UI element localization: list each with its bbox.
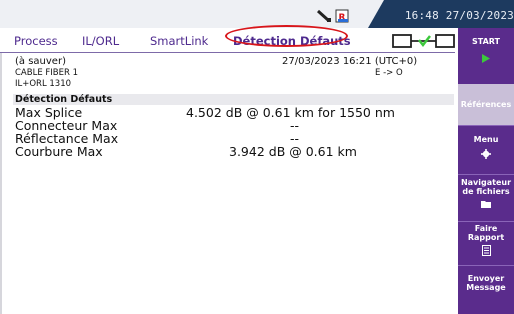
result-row: Max Splice 4.502 dB @ 0.61 km for 1550 n… (15, 105, 455, 120)
save-status: (à sauver) (15, 56, 66, 67)
start-label: START (471, 37, 501, 46)
references-button[interactable]: Références (458, 84, 514, 125)
status-icons: R (316, 9, 349, 23)
tab-il-orl[interactable]: IL/ORL (82, 34, 119, 48)
active-tab-highlight (225, 25, 348, 47)
send-message-button[interactable]: Envoyer Message (458, 265, 514, 314)
cable-name: CABLE FIBER 1 (15, 68, 79, 78)
folder-icon (481, 201, 491, 208)
make-report-label: Rapport (467, 233, 505, 242)
send-message-label: Message (466, 283, 506, 292)
section-title: Détection Défauts (15, 94, 113, 105)
menu-label: Menu (473, 135, 499, 144)
section-header: Détection Défauts (13, 94, 454, 105)
usb-device-icon: R (335, 9, 349, 23)
gear-icon (481, 149, 491, 159)
clock: 16:48 27/03/2023 (404, 9, 514, 22)
result-row: Réflectance Max -- (15, 131, 455, 146)
make-report-button[interactable]: Faire Rapport (458, 221, 514, 265)
result-label: Courbure Max (15, 144, 103, 159)
direction: E -> O (375, 68, 403, 78)
tab-process[interactable]: Process (14, 34, 58, 48)
play-icon (482, 54, 490, 63)
start-button[interactable]: START (458, 28, 514, 84)
file-browser-button[interactable]: Navigateur de fichiers (458, 174, 514, 221)
left-edge (0, 53, 2, 314)
report-icon (482, 245, 491, 256)
tab-divider (0, 52, 455, 53)
result-row: Courbure Max 3.942 dB @ 0.61 km (15, 144, 455, 159)
test-mode: IL+ORL 1310 (15, 79, 72, 89)
sidebar: START Références Menu Navigateur de fich… (458, 28, 514, 314)
result-value: 3.942 dB @ 0.61 km (229, 144, 357, 159)
laser-pen-icon (316, 9, 331, 22)
references-label: Références (460, 100, 512, 109)
file-browser-label: Navigateur (460, 178, 512, 187)
status-bar: R 16:48 27/03/2023 (0, 0, 514, 28)
result-row: Connecteur Max -- (15, 118, 455, 133)
measurement-timestamp: 27/03/2023 16:21 (UTC+0) (282, 56, 418, 67)
tab-smartlink[interactable]: SmartLink (150, 34, 208, 48)
make-report-label: Faire (474, 224, 498, 233)
menu-button[interactable]: Menu (458, 125, 514, 174)
file-browser-label: de fichiers (462, 187, 510, 196)
send-message-label: Envoyer (467, 274, 505, 283)
link-status-icon (392, 34, 455, 48)
